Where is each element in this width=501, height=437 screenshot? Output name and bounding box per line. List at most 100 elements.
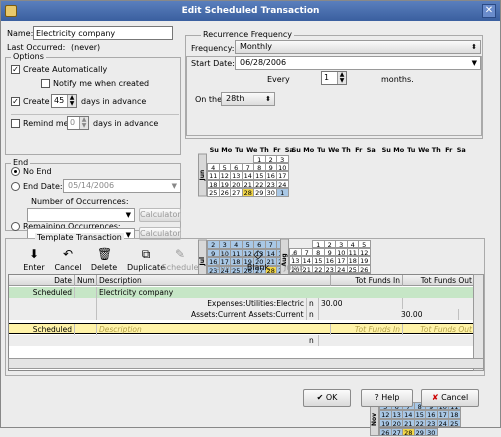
calculator-button-1[interactable]: Calculator xyxy=(139,208,181,222)
weekday-label: Mo xyxy=(303,146,315,154)
enter-icon: ⬇ xyxy=(28,247,40,261)
table-row[interactable]: n xyxy=(9,335,483,346)
title-bar[interactable]: Edit Scheduled Transaction ✕ xyxy=(1,1,500,21)
cancel-label: Cancel xyxy=(441,393,469,402)
every-spinner[interactable]: 1 ▲ ▼ xyxy=(321,71,347,85)
calendar-month: Jun 1 2 3 4 5 6 7 8 9 10 11 12 13 14 15 16 17 18 19 20 21 22 23… xyxy=(198,154,308,197)
split-tool[interactable]: ⑂ Split xyxy=(205,247,243,272)
calendar-day[interactable]: 24 xyxy=(276,179,289,188)
end-date-option[interactable]: End Date: xyxy=(11,182,63,191)
close-icon[interactable]: ✕ xyxy=(482,4,496,18)
start-date-label: Start Date: xyxy=(191,59,235,68)
tot-in-header[interactable]: Tot Funds In xyxy=(331,275,403,286)
calendar-week: 12 13 14 15 16 17 18 xyxy=(379,410,480,419)
delete-icon: 🗑 xyxy=(97,247,113,261)
weekday-label: Tu xyxy=(407,146,416,154)
create-automatically-row[interactable]: ✓ Create Automatically xyxy=(11,65,107,74)
no-end-option[interactable]: No End xyxy=(11,167,52,176)
row-num xyxy=(75,287,97,298)
frequency-dropdown[interactable]: Monthly ⬍ xyxy=(235,40,481,54)
dropdown-arrow-icon[interactable]: ▼ xyxy=(172,180,177,192)
cancel-button[interactable]: ✘ Cancel xyxy=(421,389,479,407)
notify-row[interactable]: Notify me when created xyxy=(41,79,149,88)
start-date-value: 06/28/2006 xyxy=(240,58,287,67)
spin-arrows-icon[interactable]: ▲ ▼ xyxy=(337,72,346,84)
calendar-day[interactable]: 1 xyxy=(276,188,289,197)
dropdown-arrow-icon[interactable]: ▼ xyxy=(126,209,131,221)
remind-days-spinner[interactable]: 0 ▲ ▼ xyxy=(67,116,89,130)
remaining-radio[interactable] xyxy=(11,222,20,231)
remind-label: Remind me xyxy=(23,119,69,128)
num-occurrences-label: Number of Occurrences: xyxy=(31,197,129,206)
row-funds-out: 30.00 xyxy=(399,309,459,320)
row-funds-out-placeholder: Tot Funds Out xyxy=(403,324,475,335)
template-register[interactable]: Date Num Description Tot Funds In Tot Fu… xyxy=(8,274,484,371)
cancel-tool[interactable]: ↶ Cancel xyxy=(49,247,87,272)
end-date-radio[interactable] xyxy=(11,182,20,191)
template-title: Template Transaction xyxy=(35,233,124,242)
month-label: Jun xyxy=(198,154,207,197)
calendar-day[interactable]: 17 xyxy=(276,171,289,180)
recurrence-title: Recurrence Frequency xyxy=(201,30,295,39)
schedule-tool[interactable]: ✎ Schedule xyxy=(161,247,199,272)
weekday-label: Sa xyxy=(456,146,466,154)
register-vertical-scrollbar[interactable] xyxy=(473,274,484,371)
notify-checkbox[interactable] xyxy=(41,79,50,88)
table-row[interactable]: Scheduled Electricity company xyxy=(9,287,483,298)
table-row[interactable]: Expenses:Utilities:Electric n 30.00 xyxy=(9,298,483,309)
ok-button[interactable]: ✔ OK xyxy=(303,389,351,407)
table-row[interactable]: Assets:Current Assets:Current Ac n 30.00 xyxy=(9,309,483,320)
weekday-label: Fr xyxy=(273,146,281,154)
jump-tool[interactable]: ➶ Jump xyxy=(275,247,313,272)
row-reconcile: n xyxy=(307,309,319,320)
row-reconcile: n xyxy=(307,298,319,309)
enter-tool[interactable]: ⬇ Enter xyxy=(15,247,53,272)
calendar-day xyxy=(448,426,461,435)
weekday-label: Th xyxy=(431,146,441,154)
description-header[interactable]: Description xyxy=(97,275,331,286)
remind-checkbox[interactable] xyxy=(11,119,20,128)
spin-arrows-icon[interactable]: ▲ ▼ xyxy=(67,95,76,107)
end-date-field[interactable]: 05/14/2006 ▼ xyxy=(63,179,181,193)
name-field[interactable] xyxy=(33,26,173,40)
table-row[interactable]: Scheduled Description Tot Funds In Tot F… xyxy=(9,323,483,335)
no-end-radio[interactable] xyxy=(11,167,20,176)
dropdown-arrow-icon[interactable]: ⬍ xyxy=(265,93,271,105)
frequency-value: Monthly xyxy=(240,42,273,51)
num-header[interactable]: Num xyxy=(75,275,97,286)
create-days-spinner[interactable]: 45 ▲ ▼ xyxy=(51,94,77,108)
no-end-label: No End xyxy=(23,167,52,176)
spin-arrows-icon[interactable]: ▲ ▼ xyxy=(79,117,88,129)
calendar-day[interactable]: 18 xyxy=(448,410,461,419)
row-account: Assets:Current Assets:Current Ac xyxy=(191,309,307,320)
every-value: 1 xyxy=(324,73,330,82)
calendar-week: 19 20 21 22 23 24 25 xyxy=(379,418,480,427)
ok-icon: ✔ xyxy=(316,393,326,402)
row-funds-in: 30.00 xyxy=(319,298,403,309)
row-funds-in-placeholder: Tot Funds In xyxy=(331,324,403,335)
cancel-label: Cancel xyxy=(54,263,82,272)
calendar-week: 25 26 27 28 29 30 1 xyxy=(207,188,308,197)
help-button[interactable]: ? Help xyxy=(361,389,413,407)
date-header[interactable]: Date xyxy=(9,275,75,286)
delete-tool[interactable]: 🗑 Delete xyxy=(85,247,123,272)
duplicate-icon: ⧉ xyxy=(141,247,151,261)
on-the-dropdown[interactable]: 28th ⬍ xyxy=(221,92,275,106)
row-date: Scheduled xyxy=(9,324,75,335)
tot-out-header[interactable]: Tot Funds Out xyxy=(403,275,475,286)
calendar-week: 18 19 20 21 22 23 24 xyxy=(207,179,308,188)
duplicate-tool[interactable]: ⧉ Duplicate xyxy=(127,247,165,272)
num-occurrences-field[interactable]: ▼ xyxy=(27,208,135,222)
calendar-day[interactable]: 10 xyxy=(276,162,289,171)
register-horizontal-scrollbar[interactable] xyxy=(8,358,484,369)
jump-label: Jump xyxy=(283,263,305,272)
dropdown-arrow-icon[interactable]: ⬍ xyxy=(471,41,477,53)
weekday-label: Su xyxy=(381,146,391,154)
create-automatically-checkbox[interactable]: ✓ xyxy=(11,65,20,74)
create-advance-checkbox[interactable]: ✓ xyxy=(11,97,20,106)
start-date-field[interactable]: 06/28/2006 ▼ xyxy=(235,56,481,70)
calendar-week: 26 27 28 29 30 xyxy=(379,426,480,436)
blank-tool[interactable]: ◇ Blank xyxy=(239,247,277,272)
ok-label: OK xyxy=(325,393,338,402)
dropdown-arrow-icon[interactable]: ▼ xyxy=(472,57,477,69)
